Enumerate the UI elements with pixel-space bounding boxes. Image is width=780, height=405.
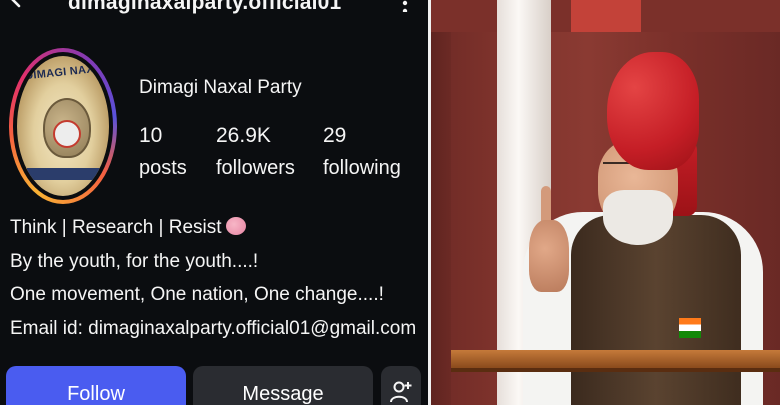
profile-bio: Think | Research | Resist By the youth, … [10,211,416,345]
photo-flag-pin [679,318,701,338]
instagram-profile-screen: dimaginaxalparty.official01 DIMAGI NAXAL… [0,0,428,405]
stat-followers[interactable]: 26.9K followers [216,124,295,180]
back-arrow-icon[interactable] [6,0,36,10]
message-button[interactable]: Message [193,366,373,405]
photo-background-column [431,0,451,405]
stat-following-count: 29 [323,124,347,147]
follow-button[interactable]: Follow [6,366,186,405]
photo-speaker-turban [607,52,699,170]
avatar-image: DIMAGI NAXAL [17,56,109,196]
bio-line-2: By the youth, for the youth....! [10,250,259,272]
photo-speaker-jacket [571,215,741,405]
photo-lectern [451,350,780,368]
brain-emoji-icon [225,217,246,235]
stat-followers-count: 26.9K [216,124,271,147]
stat-posts[interactable]: 10 posts [139,124,187,180]
add-user-button[interactable] [381,366,421,405]
photo-top-band-highlight [571,0,641,32]
more-vertical-icon[interactable] [398,0,412,12]
stat-posts-label: posts [139,157,187,179]
bio-line-1: Think | Research | Resist [10,211,416,245]
avatar-strip-graphic [27,168,103,180]
stat-following[interactable]: 29 following [323,124,401,180]
stat-followers-label: followers [216,157,295,179]
photo-speaker-hand [529,220,569,292]
speaker-photo [431,0,780,405]
profile-avatar[interactable]: DIMAGI NAXAL [9,48,117,204]
add-user-icon [390,381,412,403]
bio-line-3: One movement, One nation, One change....… [10,284,384,305]
profile-display-name: Dimagi Naxal Party [139,77,302,98]
photo-speaker-beard [603,190,673,245]
bio-line-1-text: Think | Research | Resist [10,217,222,238]
avatar-badge-graphic [53,120,81,148]
bio-line-email[interactable]: Email id: dimaginaxalparty.official01@gm… [10,312,416,346]
avatar-banner-text: DIMAGI NAXAL [24,61,109,83]
profile-username: dimaginaxalparty.official01 [68,0,342,14]
stat-posts-count: 10 [139,124,163,147]
stat-following-label: following [323,157,401,179]
